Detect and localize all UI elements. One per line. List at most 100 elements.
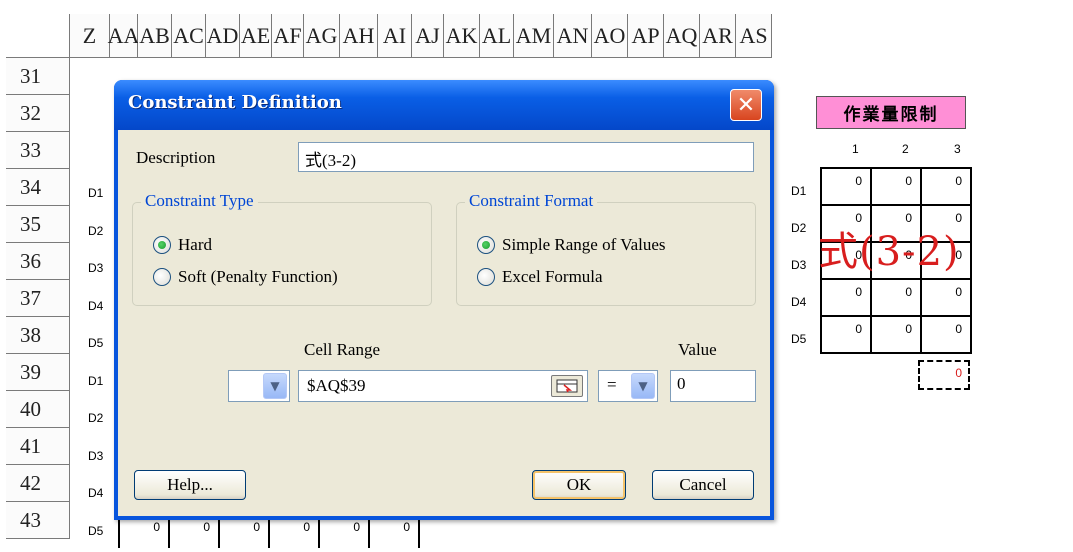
- row-header[interactable]: 43: [6, 502, 70, 539]
- column-header[interactable]: AA: [108, 14, 139, 58]
- row-header[interactable]: 41: [6, 428, 70, 465]
- row-label: D4: [88, 298, 104, 313]
- radio-hard[interactable]: Hard: [153, 235, 212, 255]
- row-header[interactable]: 36: [6, 243, 70, 280]
- row-label: D4: [791, 295, 807, 309]
- dialog-title: Constraint Definition: [128, 92, 342, 113]
- target-cell[interactable]: 0: [918, 360, 970, 390]
- operator-value: =: [607, 375, 617, 394]
- grid-cell[interactable]: 0: [822, 317, 872, 354]
- column-header[interactable]: AL: [480, 14, 514, 58]
- table-row: 000: [822, 280, 972, 317]
- description-input[interactable]: 式(3-2): [298, 142, 754, 172]
- radio-selected-icon: [477, 236, 495, 254]
- column-header[interactable]: AG: [304, 14, 340, 58]
- column-header[interactable]: AI: [378, 14, 412, 58]
- column-header[interactable]: AR: [700, 14, 736, 58]
- row-header[interactable]: 38: [6, 317, 70, 354]
- help-button[interactable]: Help...: [134, 470, 246, 500]
- row-label: D1: [88, 373, 104, 388]
- grid-cell[interactable]: 0: [922, 169, 972, 206]
- close-button[interactable]: ✕: [730, 89, 762, 121]
- column-header-3: 3: [954, 142, 961, 156]
- column-header[interactable]: AP: [628, 14, 664, 58]
- column-header[interactable]: AE: [240, 14, 272, 58]
- bottom-row-grid: 000000: [118, 518, 420, 548]
- column-header[interactable]: AH: [340, 14, 378, 58]
- grid-cell[interactable]: 0: [822, 280, 872, 317]
- grid-cell[interactable]: 0: [922, 317, 972, 354]
- grid-cell[interactable]: 0: [922, 280, 972, 317]
- column-header[interactable]: Z: [70, 14, 110, 58]
- column-header-2: 2: [902, 142, 909, 156]
- row-header[interactable]: 33: [6, 132, 70, 169]
- grid-cell[interactable]: 0: [822, 169, 872, 206]
- row-header[interactable]: 39: [6, 354, 70, 391]
- row-label: D1: [791, 184, 807, 198]
- chevron-down-icon[interactable]: ▼: [631, 373, 655, 399]
- grid-cell[interactable]: 0: [872, 317, 922, 354]
- dialog-body: Description 式(3-2) Constraint Type Hard …: [118, 130, 770, 516]
- column-header[interactable]: AJ: [412, 14, 444, 58]
- table-title[interactable]: 作業量限制: [816, 96, 966, 129]
- constraint-type-title: Constraint Type: [141, 191, 258, 211]
- cell-range-input[interactable]: $AQ$39: [298, 370, 588, 402]
- column-headers: Z AA AB AC AD AE AF AG AH AI AJ AK AL AM AN AO AP AQ AR AS: [70, 14, 772, 58]
- radio-soft-label: Soft (Penalty Function): [178, 267, 338, 286]
- radio-unselected-icon: [477, 268, 495, 286]
- row-header[interactable]: 31: [6, 58, 70, 95]
- row-header[interactable]: 34: [6, 169, 70, 206]
- radio-simple-range[interactable]: Simple Range of Values: [477, 235, 666, 255]
- column-header[interactable]: AD: [206, 14, 240, 58]
- row-label: D3: [88, 448, 104, 463]
- cell-range-value: $AQ$39: [307, 376, 366, 395]
- grid-cell[interactable]: 0: [270, 518, 320, 548]
- chevron-down-icon[interactable]: ▼: [263, 373, 287, 399]
- dialog-titlebar[interactable]: Constraint Definition ✕: [114, 80, 774, 130]
- grid-cell[interactable]: 0: [220, 518, 270, 548]
- operator-dropdown[interactable]: = ▼: [598, 370, 658, 402]
- row-header[interactable]: 35: [6, 206, 70, 243]
- column-header[interactable]: AQ: [664, 14, 700, 58]
- grid-cell[interactable]: 0: [170, 518, 220, 548]
- range-select-icon[interactable]: [551, 375, 583, 397]
- cancel-button[interactable]: Cancel: [652, 470, 754, 500]
- row-label: D5: [88, 523, 104, 538]
- row-header[interactable]: 32: [6, 95, 70, 132]
- select-all-corner[interactable]: [6, 14, 70, 58]
- row-label: D5: [88, 336, 104, 350]
- row-header[interactable]: 42: [6, 465, 70, 502]
- column-header[interactable]: AB: [138, 14, 172, 58]
- row-label: D3: [88, 261, 104, 275]
- grid-cell[interactable]: 0: [370, 518, 420, 548]
- formula-overlay-label: 式(3-2): [818, 229, 960, 275]
- column-header[interactable]: AF: [272, 14, 304, 58]
- column-header[interactable]: AM: [514, 14, 554, 58]
- top-bar: [0, 0, 1073, 14]
- row-label: D3: [791, 258, 807, 272]
- value-label: Value: [678, 340, 717, 359]
- column-header[interactable]: AS: [736, 14, 772, 58]
- radio-hard-label: Hard: [178, 235, 212, 254]
- close-icon: ✕: [736, 92, 756, 118]
- column-header[interactable]: AC: [172, 14, 206, 58]
- grid-cell[interactable]: 0: [872, 280, 922, 317]
- range-prefix-dropdown[interactable]: ▼: [228, 370, 290, 402]
- row-header[interactable]: 37: [6, 280, 70, 317]
- radio-simple-range-label: Simple Range of Values: [502, 235, 666, 254]
- radio-excel-formula[interactable]: Excel Formula: [477, 267, 603, 287]
- ok-button[interactable]: OK: [532, 470, 626, 500]
- table-row: 000: [822, 169, 972, 206]
- value-input[interactable]: 0: [670, 370, 756, 402]
- grid-cell[interactable]: 0: [320, 518, 370, 548]
- description-label: Description: [136, 148, 216, 167]
- row-header[interactable]: 40: [6, 391, 70, 428]
- column-header[interactable]: AK: [444, 14, 480, 58]
- table-row: 000: [822, 317, 972, 354]
- grid-cell[interactable]: 0: [120, 518, 170, 548]
- radio-soft[interactable]: Soft (Penalty Function): [153, 267, 338, 287]
- radio-unselected-icon: [153, 268, 171, 286]
- column-header[interactable]: AN: [554, 14, 592, 58]
- column-header[interactable]: AO: [592, 14, 628, 58]
- grid-cell[interactable]: 0: [872, 169, 922, 206]
